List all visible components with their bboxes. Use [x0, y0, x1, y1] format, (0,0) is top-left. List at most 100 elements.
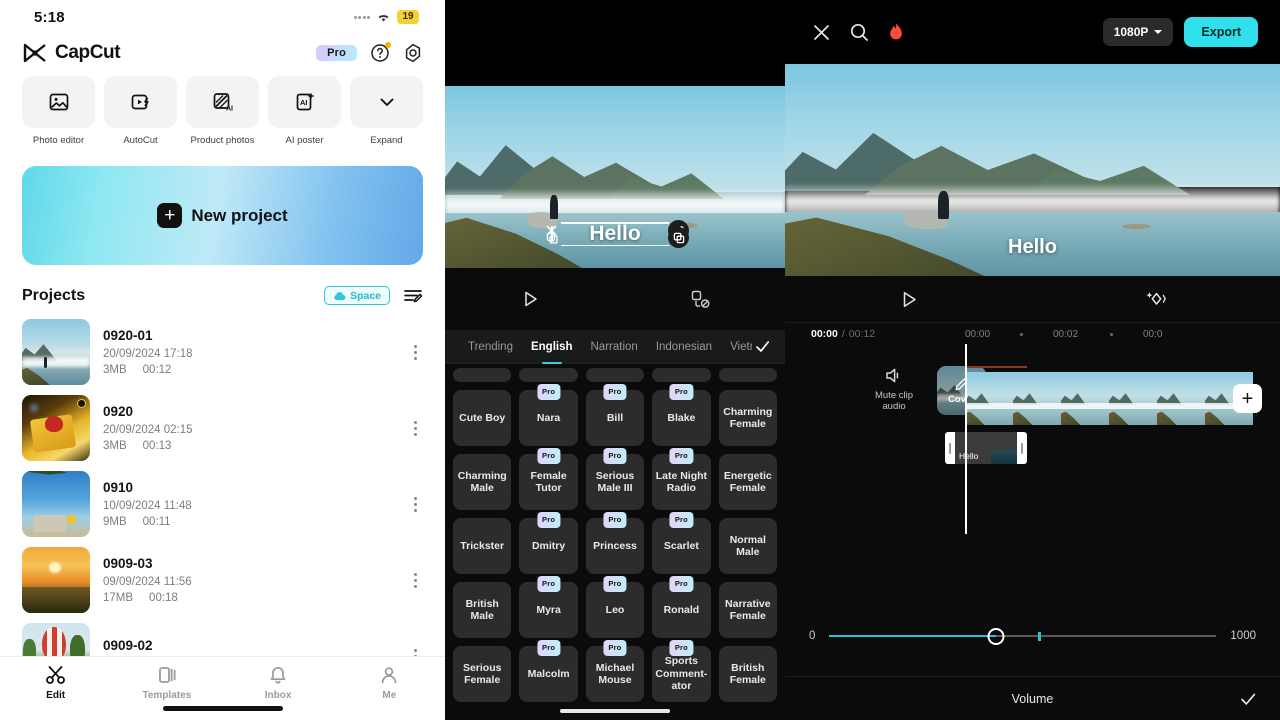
- product-photos-icon: AI: [186, 76, 259, 128]
- voice-label: Myra: [536, 604, 561, 617]
- flame-icon[interactable]: [887, 22, 905, 43]
- text-overlay[interactable]: Hello: [551, 214, 679, 254]
- voice-label: Female Tutor: [522, 470, 574, 495]
- play-button[interactable]: [445, 289, 615, 309]
- voice-cell-female-tutor[interactable]: ProFemale Tutor: [519, 454, 577, 510]
- playhead[interactable]: [965, 344, 967, 534]
- voice-cell-energetic-female[interactable]: Energetic Female: [719, 454, 777, 510]
- voice-cell-serious-male-iii[interactable]: ProSerious Male III: [586, 454, 644, 510]
- table-row[interactable]: 0909-03 09/09/2024 11:56 17MB 00:18: [22, 542, 423, 618]
- voice-cell-late-night-radio[interactable]: ProLate Night Radio: [652, 454, 710, 510]
- timecode-total: 00:12: [849, 328, 875, 340]
- project-more-button[interactable]: [407, 497, 423, 512]
- table-row[interactable]: 0920 20/09/2024 02:15 3MB 00:13: [22, 390, 423, 466]
- voice-cell[interactable]: [586, 368, 644, 382]
- voice-cell-blake[interactable]: ProBlake: [652, 390, 710, 446]
- clip-handle-right[interactable]: [1017, 432, 1027, 464]
- video-preview[interactable]: Hello: [445, 86, 785, 268]
- copy-icon[interactable]: [541, 227, 562, 248]
- tab-label: Inbox: [265, 690, 292, 701]
- panel-title: Volume: [1012, 692, 1054, 706]
- mute-clip-audio-button[interactable]: Mute clip audio: [863, 366, 925, 412]
- voice-cell-serious-female[interactable]: Serious Female: [453, 646, 511, 702]
- quick-action-label: AutoCut: [123, 135, 157, 146]
- voice-cell[interactable]: [719, 368, 777, 382]
- voice-cell-sports-commentator[interactable]: ProSports Comment-ator: [652, 646, 710, 702]
- voice-cell[interactable]: [453, 368, 511, 382]
- project-date: 20/09/2024 02:15: [103, 424, 394, 436]
- voice-cell-princess[interactable]: ProPrincess: [586, 518, 644, 574]
- voice-cell-trickster[interactable]: Trickster: [453, 518, 511, 574]
- help-circle-icon[interactable]: [370, 43, 390, 63]
- voice-cell-scarlet[interactable]: ProScarlet: [652, 518, 710, 574]
- volume-slider[interactable]: [829, 626, 1216, 646]
- tab-templates[interactable]: Templates: [111, 665, 222, 701]
- resize-icon[interactable]: [668, 227, 689, 248]
- close-icon[interactable]: [811, 22, 832, 43]
- text-clip[interactable]: Hello: [945, 432, 1027, 464]
- voice-cell-bill[interactable]: ProBill: [586, 390, 644, 446]
- compare-off-icon: [690, 289, 711, 309]
- project-more-button[interactable]: [407, 573, 423, 588]
- voice-cell-ronald[interactable]: ProRonald: [652, 582, 710, 638]
- keyframe-button[interactable]: [1033, 289, 1280, 310]
- project-more-button[interactable]: [407, 345, 423, 360]
- tab-edit[interactable]: Edit: [0, 665, 111, 701]
- voice-label: Blake: [667, 412, 695, 425]
- voice-cell[interactable]: [652, 368, 710, 382]
- voice-cell-cute-boy[interactable]: Cute Boy: [453, 390, 511, 446]
- table-row[interactable]: 0920-01 20/09/2024 17:18 3MB 00:12: [22, 314, 423, 390]
- search-icon[interactable]: [849, 22, 870, 43]
- voice-cell-charming-male[interactable]: Charming Male: [453, 454, 511, 510]
- voice-cell-nara[interactable]: ProNara: [519, 390, 577, 446]
- voice-cell-malcolm[interactable]: ProMalcolm: [519, 646, 577, 702]
- clip-handle-left[interactable]: [945, 432, 955, 464]
- scissors-icon: [45, 665, 67, 685]
- project-meta: 0920-01 20/09/2024 17:18 3MB 00:12: [103, 328, 394, 376]
- compare-button[interactable]: [615, 289, 785, 309]
- check-icon[interactable]: [754, 338, 771, 355]
- project-name: 0920-01: [103, 328, 394, 343]
- voice-cell-british-male[interactable]: British Male: [453, 582, 511, 638]
- voice-cell-michael-mouse[interactable]: ProMichael Mouse: [586, 646, 644, 702]
- resolution-selector[interactable]: 1080P: [1103, 18, 1174, 46]
- check-icon[interactable]: [1238, 689, 1258, 709]
- editor-playbar: [785, 276, 1280, 322]
- volume-max-label: 1000: [1230, 630, 1256, 642]
- editor-video-preview[interactable]: Hello: [785, 64, 1280, 276]
- quick-action-autocut[interactable]: AutoCut: [104, 76, 177, 146]
- play-button[interactable]: [785, 289, 1033, 310]
- voice-cell-dmitry[interactable]: ProDmitry: [519, 518, 577, 574]
- table-row[interactable]: 0910 10/09/2024 11:48 9MB 00:11: [22, 466, 423, 542]
- voice-cell-normal-male[interactable]: Normal Male: [719, 518, 777, 574]
- quick-action-photo-editor[interactable]: Photo editor: [22, 76, 95, 146]
- voice-cell-narrative-female[interactable]: Narrative Female: [719, 582, 777, 638]
- quick-action-expand[interactable]: Expand: [350, 76, 423, 146]
- voice-cell-charming-female[interactable]: Charming Female: [719, 390, 777, 446]
- space-button[interactable]: Space: [324, 286, 390, 305]
- tab-english[interactable]: English: [522, 330, 582, 363]
- tab-inbox[interactable]: Inbox: [223, 665, 334, 701]
- add-clip-button[interactable]: +: [1233, 384, 1262, 413]
- voice-cell-leo[interactable]: ProLeo: [586, 582, 644, 638]
- capcut-logo-icon: [22, 43, 48, 63]
- voice-cell[interactable]: [519, 368, 577, 382]
- text-clip-thumb: [991, 450, 1017, 464]
- edit-list-icon[interactable]: [404, 288, 423, 304]
- pro-badge-button[interactable]: Pro: [316, 45, 357, 61]
- tab-me[interactable]: Me: [334, 665, 445, 701]
- quick-action-product-photos[interactable]: AI Product photos: [186, 76, 259, 146]
- quick-action-ai-poster[interactable]: AI AI poster: [268, 76, 341, 146]
- tab-vietnamese[interactable]: Vietna: [721, 330, 752, 363]
- new-project-button[interactable]: + New project: [22, 166, 423, 265]
- chevron-down-icon: [1154, 30, 1162, 34]
- voice-cell-myra[interactable]: ProMyra: [519, 582, 577, 638]
- project-more-button[interactable]: [407, 421, 423, 436]
- voice-cell-british-female[interactable]: British Female: [719, 646, 777, 702]
- tab-trending[interactable]: Trending: [459, 330, 522, 363]
- export-button[interactable]: Export: [1184, 17, 1258, 47]
- tab-narration[interactable]: Narration: [582, 330, 647, 363]
- slider-knob[interactable]: [987, 628, 1004, 645]
- gear-icon[interactable]: [403, 43, 423, 63]
- tab-indonesian[interactable]: Indonesian: [647, 330, 721, 363]
